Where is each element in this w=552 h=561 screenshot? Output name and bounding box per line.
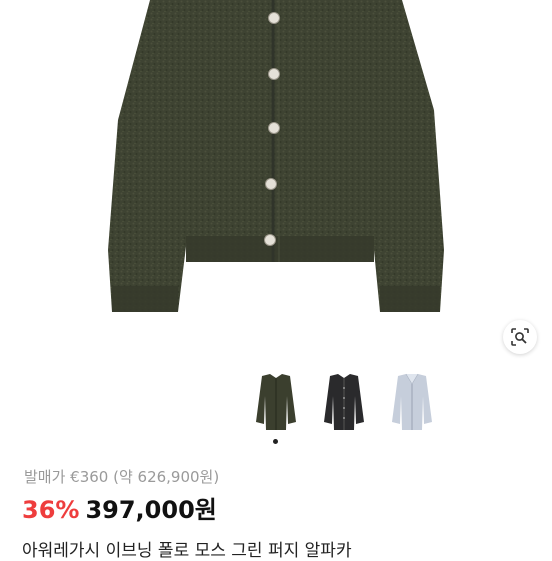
discount-rate: 36% [22, 496, 80, 524]
cardigan-image [108, 0, 444, 312]
cardigan-thumb-icon [392, 373, 432, 430]
lens-search-button[interactable] [503, 320, 537, 354]
thumbnail-light-blue[interactable] [390, 372, 434, 436]
thumbnail-green[interactable] [254, 372, 298, 436]
product-hero-image[interactable] [0, 0, 552, 360]
lens-search-icon [511, 328, 529, 346]
thumbnail-strip [0, 372, 552, 436]
sale-price: 397,000원 [85, 496, 217, 524]
cardigan-thumb-icon [256, 374, 296, 430]
product-title: 아워레가시 이브닝 폴로 모스 그린 퍼지 알파카 [22, 541, 352, 561]
sale-price-row: 36% 397,000원 [22, 490, 217, 525]
carousel-indicator-dot [273, 439, 278, 444]
original-price: 발매가 €360 (약 626,900원) [24, 468, 220, 486]
cardigan-thumb-icon [324, 374, 364, 430]
thumbnail-black[interactable] [322, 372, 366, 436]
